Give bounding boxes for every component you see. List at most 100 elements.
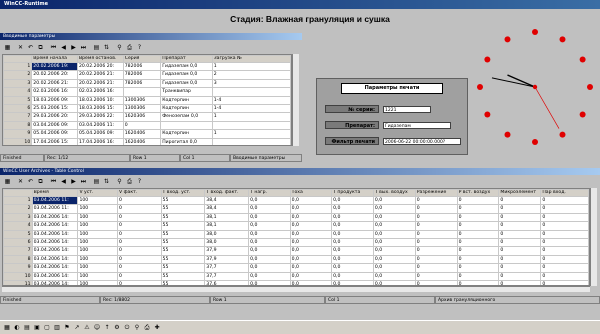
- table-cell[interactable]: Гидазепам 0,0: [160, 61, 213, 72]
- table-cell[interactable]: 55: [160, 221, 206, 231]
- table-cell[interactable]: 1: [211, 129, 291, 139]
- table-cell[interactable]: 0: [498, 212, 542, 223]
- table-cell[interactable]: 0: [540, 254, 589, 265]
- table-cell[interactable]: 3: [211, 78, 291, 89]
- row-number[interactable]: 2: [3, 70, 33, 80]
- table-cell[interactable]: 0,0: [372, 204, 416, 214]
- table-cell[interactable]: 1300306: [122, 95, 162, 106]
- table-cell[interactable]: 0,0: [331, 246, 374, 256]
- table-cell[interactable]: 0,0: [248, 204, 291, 214]
- table-cell[interactable]: 38,4: [204, 204, 250, 214]
- table-cell[interactable]: Транквипар: [160, 87, 213, 97]
- exit-icon[interactable]: ⏻: [123, 324, 131, 332]
- table-cell[interactable]: 1300306: [122, 104, 162, 114]
- table-cell[interactable]: 0: [122, 120, 162, 131]
- table-cell[interactable]: 0: [456, 212, 500, 223]
- column-header[interactable]: V факт.: [116, 189, 162, 197]
- table-cell[interactable]: 0: [498, 254, 542, 265]
- row-number[interactable]: 8: [3, 254, 33, 265]
- row-number[interactable]: 9: [3, 129, 33, 139]
- table-cell[interactable]: 0: [414, 212, 458, 223]
- table-cell[interactable]: 03.04.2006 14:: [31, 212, 79, 223]
- table-cell[interactable]: 0,0: [289, 195, 333, 206]
- table-cell[interactable]: 0: [498, 229, 542, 240]
- table-cell[interactable]: 0: [414, 263, 458, 273]
- table-cell[interactable]: 100: [77, 238, 118, 248]
- column-header[interactable]: Время начала: [31, 55, 78, 63]
- table-cell[interactable]: 0: [498, 263, 542, 273]
- table-cell[interactable]: 0: [540, 238, 589, 248]
- table-cell[interactable]: 0,0: [372, 195, 416, 206]
- row-number[interactable]: 1: [3, 195, 33, 206]
- print-params-title[interactable]: Параметры печати: [341, 83, 443, 94]
- table-cell[interactable]: 20.02.2006 21:: [76, 78, 124, 89]
- table-row[interactable]: 3 03.04.2006 14: 100 0 55 38,1 0,0 0,0 0,0 0,0 0 0 0…: [3, 212, 589, 223]
- table-cell[interactable]: 0: [116, 246, 162, 256]
- table-cell[interactable]: 1: [211, 112, 291, 122]
- alarm-icon[interactable]: ⚠: [83, 324, 91, 332]
- print-icon[interactable]: ⎙: [125, 43, 134, 52]
- table-cell[interactable]: 0,0: [248, 221, 291, 231]
- table-cell[interactable]: 05.04.2006 09:: [31, 129, 78, 139]
- prev-record-icon[interactable]: ◀: [59, 177, 68, 186]
- table-cell[interactable]: 1620306: [122, 112, 162, 122]
- table-cell[interactable]: 0: [414, 254, 458, 265]
- table-cell[interactable]: 03.04.2006 14:: [31, 271, 79, 282]
- table-cell[interactable]: Кодтерпин: [160, 104, 213, 114]
- table-cell[interactable]: 03.04.2006 14:: [31, 263, 79, 273]
- delete-icon[interactable]: ✕: [16, 43, 25, 52]
- window-icon[interactable]: ▣: [33, 324, 41, 332]
- pin-icon[interactable]: ✚: [153, 324, 161, 332]
- table-cell[interactable]: 03.04.2006 14:: [31, 254, 79, 265]
- table-cell[interactable]: 17.04.2006 15:: [31, 137, 78, 145]
- table-row[interactable]: 5 18.03.2006 09: 18.03.2006 10: 1300306 Кодт…: [3, 95, 291, 106]
- row-number[interactable]: 7: [3, 112, 33, 122]
- table-cell[interactable]: 0,0: [331, 271, 374, 282]
- table-cell[interactable]: 20.02.2006 21:: [31, 78, 78, 89]
- table-cell[interactable]: 38,0: [204, 238, 250, 248]
- table-cell[interactable]: 100: [77, 246, 118, 256]
- last-record-icon[interactable]: ⏭: [79, 43, 88, 52]
- table-cell[interactable]: 37,9: [204, 246, 250, 256]
- table-row[interactable]: 1 03.04.2006 11: 100 0 55 38,4 0,0 0,0 0,0 0,0 0 0 0…: [3, 195, 589, 206]
- table-cell[interactable]: 0: [498, 204, 542, 214]
- column-header[interactable]: T вход. факт.: [204, 189, 250, 197]
- archive-icon[interactable]: ▤: [92, 43, 101, 52]
- table-cell[interactable]: 55: [160, 204, 206, 214]
- table-cell[interactable]: 0,0: [289, 254, 333, 265]
- table-cell[interactable]: 0: [456, 271, 500, 282]
- table-cell[interactable]: 0: [540, 204, 589, 214]
- copy-icon[interactable]: ⧉: [36, 177, 45, 186]
- chart-icon[interactable]: ◐: [13, 324, 21, 332]
- row-number[interactable]: 2: [3, 204, 33, 214]
- table-cell[interactable]: 37,7: [204, 271, 250, 282]
- table-cell[interactable]: 0,0: [331, 204, 374, 214]
- column-header[interactable]: Серия: [122, 55, 162, 63]
- table-cell[interactable]: 0,0: [372, 238, 416, 248]
- table-cell[interactable]: 55: [160, 246, 206, 256]
- column-header[interactable]: T нагр.: [248, 189, 291, 197]
- column-header[interactable]: Т продукта: [331, 189, 374, 197]
- table-cell[interactable]: [160, 120, 213, 131]
- table-cell[interactable]: 0,0: [248, 254, 291, 265]
- table-cell[interactable]: 0,0: [248, 271, 291, 282]
- row-number[interactable]: 1: [3, 61, 33, 72]
- table-row[interactable]: 9 05.04.2006 09: 05.04.2006 09: 1620406 Кодт…: [3, 129, 291, 139]
- table-row[interactable]: 4 02.03.2006 16: 02.03.2006 16: Транквипар: [3, 87, 291, 97]
- monitor-icon[interactable]: ▢: [43, 324, 51, 332]
- bottom-table-hscroll[interactable]: [2, 286, 590, 292]
- table-cell[interactable]: 0,0: [331, 238, 374, 248]
- table-cell[interactable]: 55: [160, 263, 206, 273]
- table-cell[interactable]: 0: [456, 229, 500, 240]
- table-cell[interactable]: 0,0: [372, 229, 416, 240]
- table-cell[interactable]: 0,0: [372, 254, 416, 265]
- column-header[interactable]: Микроэлемент: [498, 189, 542, 197]
- table-cell[interactable]: 38,1: [204, 212, 250, 223]
- column-header[interactable]: T вход. уст.: [160, 189, 206, 197]
- table-cell[interactable]: [122, 87, 162, 97]
- table-cell[interactable]: 37,9: [204, 254, 250, 265]
- table-cell[interactable]: 0: [456, 263, 500, 273]
- table-cell[interactable]: 0: [540, 246, 589, 256]
- table-cell[interactable]: 0: [116, 271, 162, 282]
- row-number[interactable]: 8: [3, 120, 33, 131]
